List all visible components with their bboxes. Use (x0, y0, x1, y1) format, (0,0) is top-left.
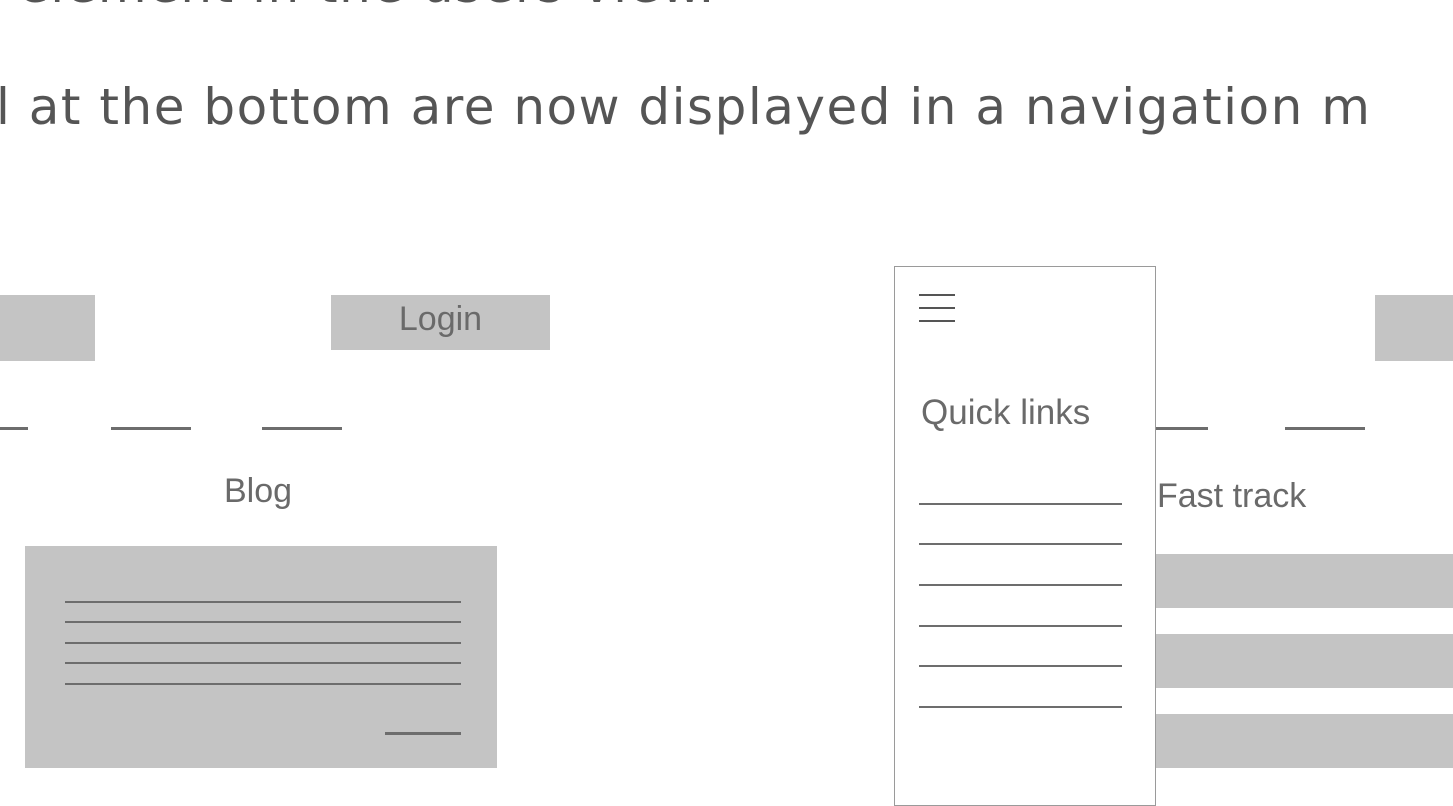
blog-section-title: Blog (224, 472, 293, 510)
quick-link-placeholder[interactable] (919, 665, 1122, 667)
nav-link-placeholder[interactable] (111, 427, 191, 430)
read-more-link-placeholder[interactable] (385, 732, 461, 735)
quick-link-placeholder[interactable] (919, 625, 1122, 627)
quick-link-placeholder[interactable] (919, 706, 1122, 708)
quick-links-title: Quick links (921, 393, 1091, 432)
blog-card[interactable] (25, 546, 497, 768)
text-line-placeholder (65, 642, 461, 644)
quick-link-placeholder[interactable] (919, 503, 1122, 505)
text-line-placeholder (65, 601, 461, 603)
fast-track-item[interactable] (1156, 714, 1453, 768)
text-line-placeholder (65, 662, 461, 664)
wireframe-button-right[interactable] (1375, 295, 1453, 361)
caption-line-1: element in the users view. (18, 0, 716, 14)
wireframe-button-left[interactable]: o (0, 295, 95, 361)
fast-track-item[interactable] (1156, 634, 1453, 688)
navigation-drawer: Quick links (894, 266, 1156, 806)
fast-track-item[interactable] (1156, 554, 1453, 608)
fast-track-section-title: Fast track (1157, 477, 1307, 515)
nav-link-placeholder[interactable] (1150, 427, 1208, 430)
quick-link-placeholder[interactable] (919, 584, 1122, 586)
nav-link-placeholder[interactable] (1285, 427, 1365, 430)
quick-link-placeholder[interactable] (919, 543, 1122, 545)
caption-line-2: l at the bottom are now displayed in a n… (0, 78, 1372, 136)
text-line-placeholder (65, 621, 461, 623)
nav-link-placeholder[interactable] (0, 427, 28, 430)
hamburger-menu-icon[interactable] (919, 294, 957, 324)
login-button[interactable]: Login (331, 295, 550, 350)
nav-link-placeholder[interactable] (262, 427, 342, 430)
login-button-label: Login (398, 300, 483, 338)
text-line-placeholder (65, 683, 461, 685)
